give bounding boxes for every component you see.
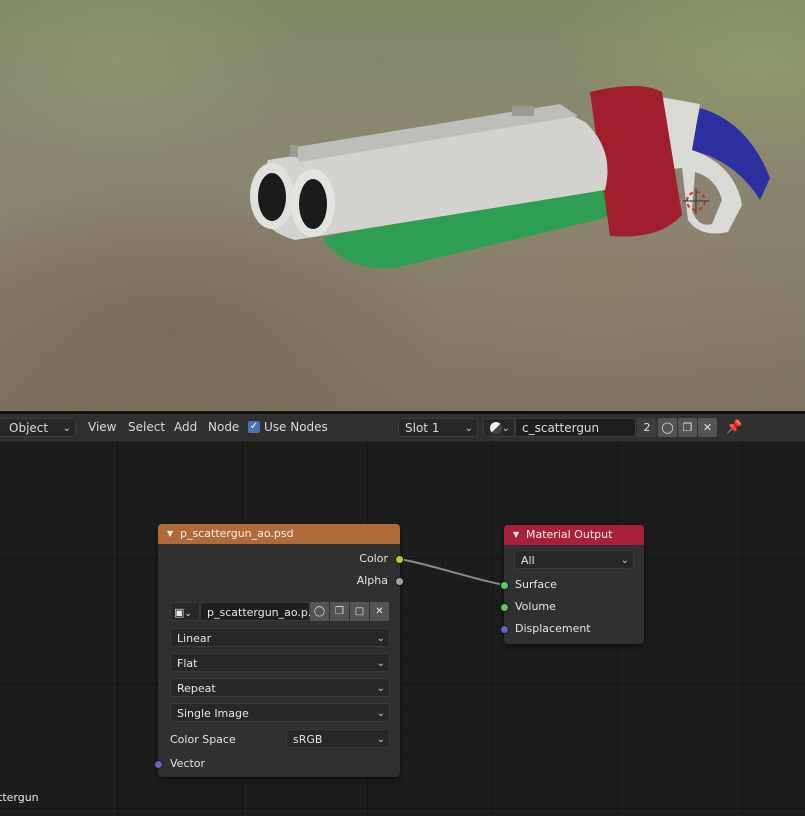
image-selector: ▣⌄ p_scattergun_ao.p... ◯ ❐ □ ✕	[170, 602, 390, 621]
output-socket-color[interactable]	[395, 555, 404, 564]
menu-add[interactable]: Add	[174, 418, 197, 437]
chevron-down-icon: ⌄	[376, 633, 385, 644]
pin-icon[interactable]: 📌	[726, 418, 742, 437]
input-socket-displacement[interactable]	[500, 625, 509, 634]
input-label-surface: Surface	[515, 578, 557, 591]
input-socket-vector[interactable]	[154, 760, 163, 769]
input-label-displacement: Displacement	[515, 622, 591, 635]
source-dropdown[interactable]: Single Image ⌄	[170, 703, 390, 722]
menu-view[interactable]: View	[88, 418, 116, 437]
chevron-down-icon: ⌄	[376, 708, 385, 719]
material-name-overlay: ttergun	[0, 791, 39, 804]
image-icon: ▣	[174, 606, 185, 619]
output-label-alpha: Alpha	[356, 574, 388, 587]
image-browse-button[interactable]: ▣⌄	[170, 602, 200, 621]
node-editor-canvas[interactable]: ▼ p_scattergun_ao.psd Color Alpha ▣⌄ p_s…	[0, 442, 805, 816]
material-name-field[interactable]: c_scattergun	[515, 418, 636, 437]
output-target-dropdown[interactable]: All ⌄	[514, 550, 634, 569]
chevron-down-icon: ⌄	[620, 555, 629, 566]
color-space-value: sRGB	[293, 733, 323, 746]
menu-node[interactable]: Node	[208, 418, 239, 437]
input-socket-volume[interactable]	[500, 603, 509, 612]
material-browse-button[interactable]: ⌄	[483, 418, 515, 437]
material-output-node-title: Material Output	[526, 528, 613, 541]
scattergun-model	[250, 86, 770, 269]
duplicate-image-icon[interactable]: ❐	[330, 602, 349, 621]
input-socket-surface[interactable]	[500, 581, 509, 590]
use-nodes-label: Use Nodes	[264, 420, 328, 434]
material-sphere-icon	[490, 422, 502, 434]
collapse-triangle-icon[interactable]: ▼	[167, 524, 173, 544]
node-link	[399, 558, 505, 586]
chevron-down-icon: ⌄	[376, 658, 385, 669]
image-texture-node-title: p_scattergun_ao.psd	[180, 527, 294, 540]
unlink-close-icon[interactable]: ✕	[698, 418, 717, 437]
use-nodes-checkbox[interactable]: ✓	[248, 421, 260, 433]
chevron-down-icon: ⌄	[464, 423, 473, 434]
image-texture-node[interactable]: ▼ p_scattergun_ao.psd Color Alpha ▣⌄ p_s…	[154, 524, 404, 777]
projection-value: Flat	[177, 657, 198, 670]
output-label-color: Color	[359, 552, 388, 565]
mode-dropdown-label: Object	[9, 421, 49, 435]
user-count[interactable]: 2	[637, 418, 657, 437]
input-label-vector: Vector	[170, 757, 206, 770]
projection-dropdown[interactable]: Flat ⌄	[170, 653, 390, 672]
chevron-down-icon: ⌄	[376, 734, 385, 745]
chevron-down-icon: ⌄	[376, 683, 385, 694]
color-space-label: Color Space	[170, 733, 236, 746]
unlink-close-icon[interactable]: ✕	[370, 602, 389, 621]
image-name-field[interactable]: p_scattergun_ao.p...	[200, 602, 318, 621]
menu-select[interactable]: Select	[128, 418, 165, 437]
slot-dropdown[interactable]: Slot 1 ⌄	[398, 418, 478, 437]
interpolation-value: Linear	[177, 632, 212, 645]
source-value: Single Image	[177, 707, 249, 720]
collapse-triangle-icon[interactable]: ▼	[513, 525, 519, 545]
chevron-down-icon: ⌄	[501, 423, 510, 434]
fake-user-shield-icon[interactable]: ◯	[658, 418, 677, 437]
fake-user-shield-icon[interactable]: ◯	[310, 602, 329, 621]
extension-value: Repeat	[177, 682, 216, 695]
output-target-value: All	[521, 554, 535, 567]
node-editor-header: Object ⌄ View Select Add Node ✓ Use Node…	[0, 414, 805, 442]
3d-viewport[interactable]	[0, 0, 805, 411]
image-name: p_scattergun_ao.p...	[207, 606, 319, 619]
interpolation-dropdown[interactable]: Linear ⌄	[170, 628, 390, 647]
material-output-node[interactable]: ▼ Material Output All ⌄ Surface Volume D…	[500, 525, 644, 644]
extension-dropdown[interactable]: Repeat ⌄	[170, 678, 390, 697]
slot-dropdown-label: Slot 1	[405, 421, 440, 435]
chevron-down-icon: ⌄	[62, 423, 71, 434]
output-socket-alpha[interactable]	[395, 577, 404, 586]
mode-dropdown[interactable]: Object ⌄	[0, 418, 76, 437]
material-output-node-header[interactable]: ▼ Material Output	[504, 525, 644, 545]
image-texture-node-header[interactable]: ▼ p_scattergun_ao.psd	[158, 524, 400, 544]
open-folder-icon[interactable]: □	[350, 602, 369, 621]
input-label-volume: Volume	[515, 600, 556, 613]
color-space-dropdown[interactable]: sRGB ⌄	[286, 729, 390, 748]
material-name: c_scattergun	[522, 421, 600, 435]
duplicate-material-icon[interactable]: ❐	[678, 418, 697, 437]
